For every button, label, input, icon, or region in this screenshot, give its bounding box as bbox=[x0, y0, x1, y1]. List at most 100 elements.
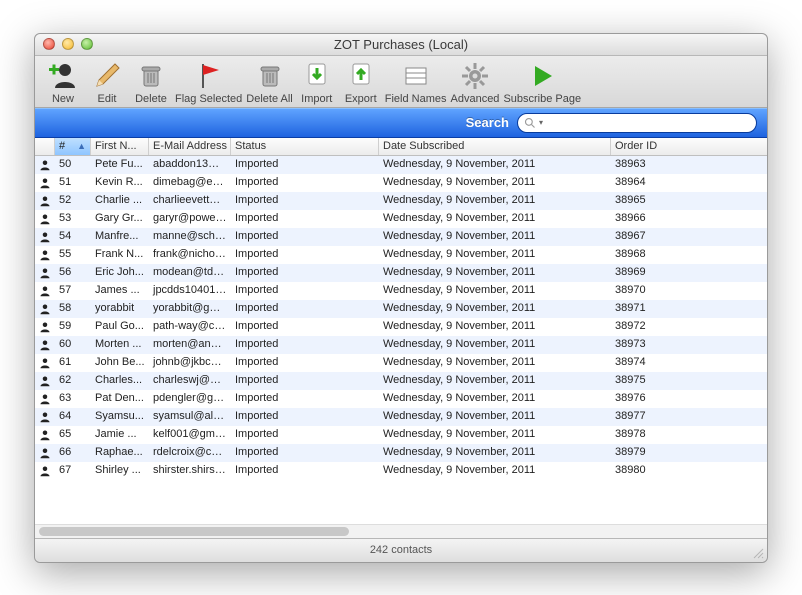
table-row[interactable]: 63Pat Den...pdengler@gma...ImportedWedne… bbox=[35, 390, 767, 408]
cell-first-name: Manfre... bbox=[91, 228, 149, 246]
person-icon bbox=[35, 192, 55, 210]
resize-handle-icon[interactable] bbox=[752, 547, 764, 559]
cell-date: Wednesday, 9 November, 2011 bbox=[379, 264, 611, 282]
toolbar: New Edit DeleteFlag Selected Delete All Impo… bbox=[35, 56, 767, 108]
table-row[interactable]: 67Shirley ...shirster.shirster...Importe… bbox=[35, 462, 767, 480]
cell-order-id: 38974 bbox=[611, 354, 731, 372]
delete-button[interactable]: Delete bbox=[131, 60, 171, 105]
col-date[interactable]: Date Subscribed bbox=[379, 138, 611, 155]
cell-email: abaddon13@m... bbox=[149, 156, 231, 174]
table-row[interactable]: 52Charlie ...charlieevett@m...ImportedWe… bbox=[35, 192, 767, 210]
col-status[interactable]: Status bbox=[231, 138, 379, 155]
table-row[interactable]: 55Frank N...frank@nicholas...ImportedWed… bbox=[35, 246, 767, 264]
person-icon bbox=[35, 174, 55, 192]
field-names-button[interactable]: Field Names bbox=[385, 60, 447, 105]
search-input[interactable] bbox=[546, 117, 750, 129]
window-title: ZOT Purchases (Local) bbox=[35, 37, 767, 52]
table-row[interactable]: 60Morten ...morten@ander...ImportedWedne… bbox=[35, 336, 767, 354]
table-row[interactable]: 61John Be...johnb@jkbcons...ImportedWedn… bbox=[35, 354, 767, 372]
export-icon bbox=[345, 60, 377, 92]
col-number[interactable]: #▲ bbox=[55, 138, 91, 155]
person-icon bbox=[35, 372, 55, 390]
cell-number: 53 bbox=[55, 210, 91, 228]
cell-number: 55 bbox=[55, 246, 91, 264]
person-icon bbox=[35, 426, 55, 444]
toolbar-label: Export bbox=[345, 93, 377, 105]
table-row[interactable]: 62Charles...charleswj@mac...ImportedWedn… bbox=[35, 372, 767, 390]
cell-first-name: Pete Fu... bbox=[91, 156, 149, 174]
toolbar-label: Subscribe Page bbox=[503, 93, 581, 105]
person-icon bbox=[35, 390, 55, 408]
table-row[interactable]: 53Gary Gr...garyr@powerm...ImportedWedne… bbox=[35, 210, 767, 228]
table-body[interactable]: 50Pete Fu...abaddon13@m...ImportedWednes… bbox=[35, 156, 767, 524]
person-icon bbox=[35, 210, 55, 228]
import-button[interactable]: Import bbox=[297, 60, 337, 105]
minimize-window-button[interactable] bbox=[62, 38, 74, 50]
gear-icon bbox=[459, 60, 491, 92]
cell-first-name: Kevin R... bbox=[91, 174, 149, 192]
new-button[interactable]: New bbox=[43, 60, 83, 105]
table-row[interactable]: 59Paul Go...path-way@cog...ImportedWedne… bbox=[35, 318, 767, 336]
contacts-table: #▲ First N... E-Mail Address Status Date… bbox=[35, 138, 767, 538]
cell-email: frank@nicholas... bbox=[149, 246, 231, 264]
col-order-id[interactable]: Order ID bbox=[611, 138, 731, 155]
cell-first-name: Morten ... bbox=[91, 336, 149, 354]
scroll-thumb[interactable] bbox=[39, 527, 349, 536]
person-icon bbox=[35, 246, 55, 264]
col-email[interactable]: E-Mail Address bbox=[149, 138, 231, 155]
cell-number: 50 bbox=[55, 156, 91, 174]
horizontal-scrollbar[interactable] bbox=[35, 524, 767, 538]
table-row[interactable]: 56Eric Joh...modean@tds.netImportedWedne… bbox=[35, 264, 767, 282]
table-row[interactable]: 57James ...jpcdds10401@...ImportedWednes… bbox=[35, 282, 767, 300]
export-button[interactable]: Export bbox=[341, 60, 381, 105]
col-first-name[interactable]: First N... bbox=[91, 138, 149, 155]
cell-number: 64 bbox=[55, 408, 91, 426]
sort-asc-icon: ▲ bbox=[77, 141, 86, 151]
cell-email: yorabbit@gmail... bbox=[149, 300, 231, 318]
cell-status: Imported bbox=[231, 444, 379, 462]
toolbar-label: Edit bbox=[98, 93, 117, 105]
table-row[interactable]: 66Raphae...rdelcroix@cege...ImportedWedn… bbox=[35, 444, 767, 462]
cell-status: Imported bbox=[231, 174, 379, 192]
table-row[interactable]: 50Pete Fu...abaddon13@m...ImportedWednes… bbox=[35, 156, 767, 174]
cell-first-name: Frank N... bbox=[91, 246, 149, 264]
cell-status: Imported bbox=[231, 210, 379, 228]
cell-status: Imported bbox=[231, 390, 379, 408]
cell-email: johnb@jkbcons... bbox=[149, 354, 231, 372]
advanced-button[interactable]: Advanced bbox=[451, 60, 500, 105]
edit-button[interactable]: Edit bbox=[87, 60, 127, 105]
toolbar-label: Delete All bbox=[246, 93, 292, 105]
delete-all-button[interactable]: Delete All bbox=[246, 60, 292, 105]
zoom-window-button[interactable] bbox=[81, 38, 93, 50]
cell-email: syamsul@alum... bbox=[149, 408, 231, 426]
table-row[interactable]: 65Jamie ...kelf001@gmail...ImportedWedne… bbox=[35, 426, 767, 444]
search-dropdown-icon[interactable]: ▾ bbox=[539, 118, 543, 127]
person-icon bbox=[35, 264, 55, 282]
subscribe-button[interactable]: Subscribe Page bbox=[503, 60, 581, 105]
cell-order-id: 38979 bbox=[611, 444, 731, 462]
cell-status: Imported bbox=[231, 264, 379, 282]
flag-button[interactable]: Flag Selected bbox=[175, 60, 242, 105]
cell-status: Imported bbox=[231, 372, 379, 390]
search-field[interactable]: ▾ bbox=[517, 113, 757, 133]
table-row[interactable]: 58yorabbityorabbit@gmail...ImportedWedne… bbox=[35, 300, 767, 318]
table-row[interactable]: 51Kevin R...dimebag@emb...ImportedWednes… bbox=[35, 174, 767, 192]
person-icon bbox=[35, 336, 55, 354]
cell-email: rdelcroix@cege... bbox=[149, 444, 231, 462]
cell-status: Imported bbox=[231, 300, 379, 318]
cell-date: Wednesday, 9 November, 2011 bbox=[379, 282, 611, 300]
cell-order-id: 38967 bbox=[611, 228, 731, 246]
cell-date: Wednesday, 9 November, 2011 bbox=[379, 372, 611, 390]
cell-email: dimebag@emb... bbox=[149, 174, 231, 192]
cell-number: 60 bbox=[55, 336, 91, 354]
cell-number: 59 bbox=[55, 318, 91, 336]
person-icon bbox=[35, 354, 55, 372]
col-icon[interactable] bbox=[35, 138, 55, 155]
table-header: #▲ First N... E-Mail Address Status Date… bbox=[35, 138, 767, 156]
close-window-button[interactable] bbox=[43, 38, 55, 50]
table-row[interactable]: 64Syamsu...syamsul@alum...ImportedWednes… bbox=[35, 408, 767, 426]
trash-icon bbox=[254, 60, 286, 92]
table-row[interactable]: 54Manfre...manne@schlaie...ImportedWedne… bbox=[35, 228, 767, 246]
cell-date: Wednesday, 9 November, 2011 bbox=[379, 210, 611, 228]
cell-email: pdengler@gma... bbox=[149, 390, 231, 408]
